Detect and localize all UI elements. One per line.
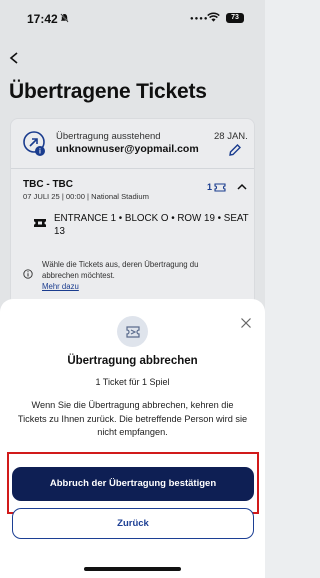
sheet-title: Übertragung abbrechen [67,355,198,367]
ticket-transfer-icon [126,326,140,338]
confirm-cancel-transfer-button[interactable]: Abbruch der Übertragung bestätigen [12,467,254,501]
ticket-badge [117,316,148,347]
sheet-body-text: Wenn Sie die Übertragung abbrechen, kehr… [17,400,248,437]
cancel-transfer-sheet: Übertragung abbrechen 1 Ticket für 1 Spi… [0,299,265,578]
close-icon[interactable] [240,317,252,329]
home-indicator [84,567,181,571]
back-button[interactable]: Zurück [12,508,254,539]
sheet-subtitle: 1 Ticket für 1 Spiel [95,377,170,387]
